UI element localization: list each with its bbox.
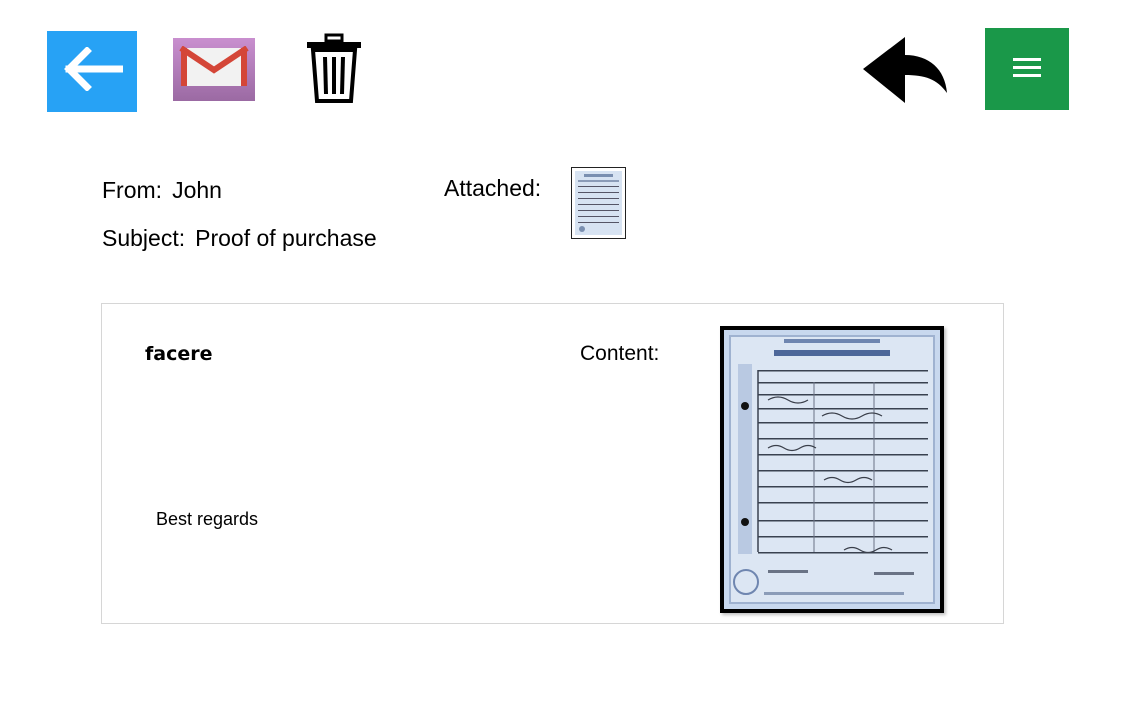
document-thumbnail-icon — [572, 171, 625, 242]
from-label: From: — [102, 177, 163, 203]
hamburger-menu-icon — [1013, 57, 1041, 82]
reply-button[interactable] — [858, 36, 950, 108]
subject-value: Proof of purchase — [195, 225, 377, 251]
subject-field: Subject: Proof of purchase — [102, 225, 377, 252]
from-field: From: John — [102, 177, 222, 204]
menu-button[interactable] — [985, 28, 1069, 110]
attachment-thumbnail[interactable] — [571, 167, 626, 239]
content-label: Content: — [580, 342, 660, 365]
delete-button[interactable] — [303, 33, 365, 108]
reply-icon — [859, 35, 949, 110]
mail-button[interactable] — [173, 38, 255, 101]
arrow-left-icon — [61, 46, 125, 96]
attached-label: Attached: — [444, 175, 542, 201]
subject-label: Subject: — [102, 225, 186, 251]
message-body-text: facere — [145, 343, 213, 365]
certificate-document-image — [724, 330, 940, 613]
trash-icon — [304, 33, 364, 108]
gmail-icon — [179, 45, 249, 93]
from-value: John — [172, 177, 222, 203]
content-image[interactable] — [720, 326, 944, 613]
signoff-text: Best regards — [156, 509, 259, 529]
back-button[interactable] — [47, 31, 137, 112]
